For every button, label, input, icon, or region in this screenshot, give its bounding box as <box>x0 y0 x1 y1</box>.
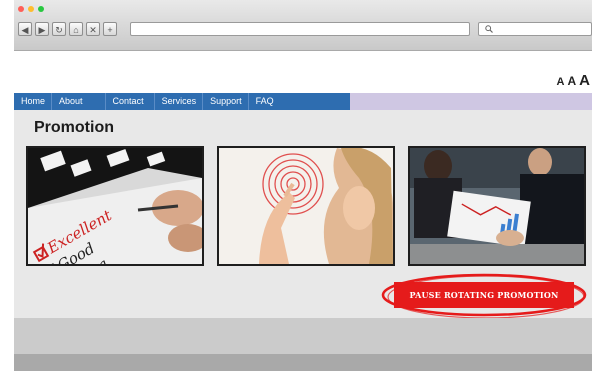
promotion-image-checklist[interactable]: Excellent Good Avera <box>26 146 204 266</box>
checklist-puzzle-illustration: Excellent Good Avera <box>28 148 202 264</box>
back-button[interactable]: ◀ <box>18 22 32 36</box>
forward-arrow-icon: ▶ <box>38 25 46 35</box>
main-nav: Home About Contact Services Support FAQ <box>14 93 592 110</box>
text-size-large[interactable]: A <box>579 72 590 89</box>
search-icon <box>485 25 493 33</box>
browser-toolbar: ◀ ▶ ↻ ⌂ ✕ + <box>14 0 592 51</box>
browser-status-bar <box>14 354 592 371</box>
highlight-ring-icon <box>381 273 587 319</box>
plus-icon: + <box>107 25 113 35</box>
home-icon: ⌂ <box>73 25 79 35</box>
search-field[interactable] <box>478 22 592 36</box>
address-bar[interactable] <box>130 22 470 36</box>
touchscreen-illustration <box>219 148 393 264</box>
nav-item-services[interactable]: Services <box>155 93 204 110</box>
stop-button[interactable]: ✕ <box>86 22 100 36</box>
text-size-small[interactable]: A <box>557 76 565 88</box>
zoom-window-dot[interactable] <box>38 6 44 12</box>
close-window-dot[interactable] <box>18 6 24 12</box>
back-arrow-icon: ◀ <box>21 25 29 35</box>
forward-button[interactable]: ▶ <box>35 22 49 36</box>
minimize-window-dot[interactable] <box>28 6 34 12</box>
text-size-medium[interactable]: A <box>567 74 576 88</box>
page-title: Promotion <box>34 119 114 136</box>
pause-button-highlight: PAUSE ROTATING PROMOTION <box>380 273 592 323</box>
page-footer <box>14 318 592 354</box>
main-content: Promotion Excellent Good Avera <box>14 110 592 319</box>
new-tab-button[interactable]: + <box>103 22 117 36</box>
nav-item-faq[interactable]: FAQ <box>249 93 280 110</box>
nav-item-about[interactable]: About <box>52 93 106 110</box>
promotion-image-meeting[interactable] <box>408 146 586 266</box>
reload-icon: ↻ <box>55 25 63 35</box>
nav-item-support[interactable]: Support <box>203 93 249 110</box>
nav-item-contact[interactable]: Contact <box>106 93 155 110</box>
close-icon: ✕ <box>89 25 97 35</box>
promotion-image-touchscreen[interactable] <box>217 146 395 266</box>
nav-item-home[interactable]: Home <box>14 93 53 110</box>
reload-button[interactable]: ↻ <box>52 22 66 36</box>
home-button[interactable]: ⌂ <box>69 22 83 36</box>
window-controls <box>18 6 44 12</box>
business-meeting-illustration <box>410 148 584 264</box>
text-size-controls: A A A <box>557 72 590 89</box>
